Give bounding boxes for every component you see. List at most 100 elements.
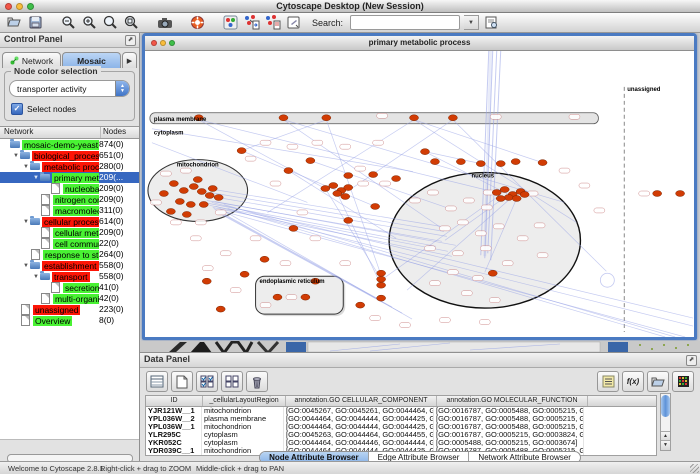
- search-input[interactable]: [350, 15, 460, 30]
- node[interactable]: [430, 159, 439, 165]
- table-cell[interactable]: [GO:0045263, GO:0044464, GO:0044455, G..…: [284, 431, 434, 439]
- node-label-pill[interactable]: [429, 281, 440, 286]
- column-header[interactable]: annotation.GO CELLULAR_COMPONENT: [286, 396, 437, 406]
- column-header[interactable]: _cellularLayoutRegion: [203, 396, 286, 406]
- table-cell[interactable]: YLR295C: [146, 431, 202, 439]
- node[interactable]: [202, 278, 211, 284]
- network-view-window[interactable]: primary metabolic process plasma membran…: [142, 33, 697, 340]
- node-label-pill[interactable]: [373, 140, 384, 145]
- node-label-pill[interactable]: [594, 208, 605, 213]
- node[interactable]: [377, 270, 386, 276]
- node-label-pill[interactable]: [312, 140, 323, 145]
- node[interactable]: [676, 191, 685, 197]
- table-cell[interactable]: [GO:0016787, GO:0005488, GO:0005215, G..…: [434, 415, 584, 423]
- tree-row[interactable]: mosaic-demo-yeast874(0): [0, 139, 139, 150]
- node-label-pill[interactable]: [150, 200, 161, 205]
- network-name[interactable]: biological_process: [32, 151, 106, 161]
- node[interactable]: [344, 217, 353, 223]
- node-label-pill[interactable]: [286, 295, 297, 300]
- tree-row[interactable]: ▼biological_process651(0): [0, 150, 139, 161]
- node[interactable]: [500, 187, 509, 193]
- scrollbar-thumb[interactable]: [661, 395, 670, 417]
- node[interactable]: [344, 185, 353, 191]
- import-attributes-icon[interactable]: [264, 14, 281, 31]
- node[interactable]: [377, 295, 386, 301]
- node-label-pill[interactable]: [481, 205, 492, 210]
- node[interactable]: [175, 198, 184, 204]
- node-label-pill[interactable]: [463, 198, 474, 203]
- network-name[interactable]: mosaic-demo-yeast: [22, 140, 100, 150]
- search-settings-icon[interactable]: [483, 14, 500, 31]
- import-attribute-file-button[interactable]: [647, 371, 669, 392]
- table-cell[interactable]: YPL036W__2: [146, 415, 202, 423]
- node[interactable]: [169, 181, 178, 187]
- node[interactable]: [208, 186, 217, 192]
- table-row[interactable]: YJR121W__1mitochondrion[GO:0045267, GO:0…: [146, 407, 656, 415]
- node[interactable]: [392, 176, 401, 182]
- node[interactable]: [520, 192, 529, 198]
- tree-row[interactable]: macromolecule311(0): [0, 205, 139, 216]
- scroll-down-button[interactable]: ▼: [661, 440, 670, 450]
- node-label-pill[interactable]: [569, 114, 580, 119]
- node[interactable]: [322, 115, 331, 121]
- table-row[interactable]: YKR052Ccytoplasm[GO:0044464, GO:0044446,…: [146, 439, 656, 447]
- node-label-pill[interactable]: [579, 183, 590, 188]
- table-row[interactable]: YPL036W__2plasma membrane[GO:0044464, GO…: [146, 415, 656, 423]
- node-label-pill[interactable]: [250, 236, 261, 241]
- node-label-pill[interactable]: [310, 236, 321, 241]
- node-label-pill[interactable]: [534, 223, 545, 228]
- network-name[interactable]: transport: [52, 272, 90, 282]
- node-label-pill[interactable]: [260, 140, 271, 145]
- node[interactable]: [306, 158, 315, 164]
- table-cell[interactable]: [GO:0044464, GO:0044444, GO:0044425, G..…: [284, 415, 434, 423]
- more-tabs-button[interactable]: ▶: [122, 52, 137, 68]
- node-label-pill[interactable]: [340, 261, 351, 266]
- node-label-pill[interactable]: [475, 231, 486, 236]
- node[interactable]: [488, 270, 497, 276]
- table-cell[interactable]: [GO:0016787, GO:0005488, GO:0005215, G..…: [434, 423, 584, 431]
- node-label-pill[interactable]: [517, 236, 528, 241]
- node-label-pill[interactable]: [297, 210, 308, 215]
- table-cell[interactable]: plasma membrane: [202, 415, 284, 423]
- delete-attribute-button[interactable]: [246, 371, 268, 392]
- zoom-in-icon[interactable]: [81, 14, 98, 31]
- node-label-pill[interactable]: [190, 236, 201, 241]
- annotation-icon[interactable]: [285, 14, 302, 31]
- nodes-column-header[interactable]: Nodes: [101, 127, 139, 138]
- node-label-pill[interactable]: [160, 171, 171, 176]
- node-label-pill[interactable]: [427, 190, 438, 195]
- expand-arrow-icon[interactable]: ▼: [12, 153, 20, 159]
- table-cell[interactable]: [GO:0044464, GO:0044444, GO:0044425, G..…: [284, 423, 434, 431]
- float-panel-icon[interactable]: ⬈: [125, 35, 136, 46]
- node[interactable]: [321, 186, 330, 192]
- expand-arrow-icon[interactable]: ▼: [22, 164, 30, 170]
- network-window-titlebar[interactable]: primary metabolic process: [145, 36, 694, 51]
- node-label-pill[interactable]: [380, 181, 391, 186]
- tree-row[interactable]: nucleobase-209(0): [0, 183, 139, 194]
- node-label-pill[interactable]: [439, 318, 450, 323]
- open-session-icon[interactable]: [6, 14, 23, 31]
- node[interactable]: [377, 276, 386, 282]
- node[interactable]: [448, 115, 457, 121]
- node-label-pill[interactable]: [340, 144, 351, 149]
- select-attributes-button[interactable]: [196, 371, 218, 392]
- node-label-pill[interactable]: [370, 316, 381, 321]
- expand-arrow-icon[interactable]: ▼: [32, 175, 40, 181]
- node[interactable]: [159, 191, 168, 197]
- tree-row[interactable]: ▼transport558(0): [0, 271, 139, 282]
- node-label-pill[interactable]: [472, 276, 483, 281]
- node-label-pill[interactable]: [410, 198, 421, 203]
- tree-row[interactable]: unassigned223(0): [0, 304, 139, 315]
- node-label-pill[interactable]: [461, 291, 472, 296]
- node-label-pill[interactable]: [220, 251, 231, 256]
- node[interactable]: [369, 172, 378, 178]
- zoom-out-icon[interactable]: [60, 14, 77, 31]
- node-label-pill[interactable]: [537, 253, 548, 258]
- node-label-pill[interactable]: [260, 303, 271, 308]
- node[interactable]: [240, 271, 249, 277]
- import-network-icon[interactable]: [243, 14, 260, 31]
- unselect-attributes-button[interactable]: [221, 371, 243, 392]
- help-icon[interactable]: [189, 14, 206, 31]
- tree-row[interactable]: ▼cellular process614(0): [0, 216, 139, 227]
- node[interactable]: [205, 193, 214, 199]
